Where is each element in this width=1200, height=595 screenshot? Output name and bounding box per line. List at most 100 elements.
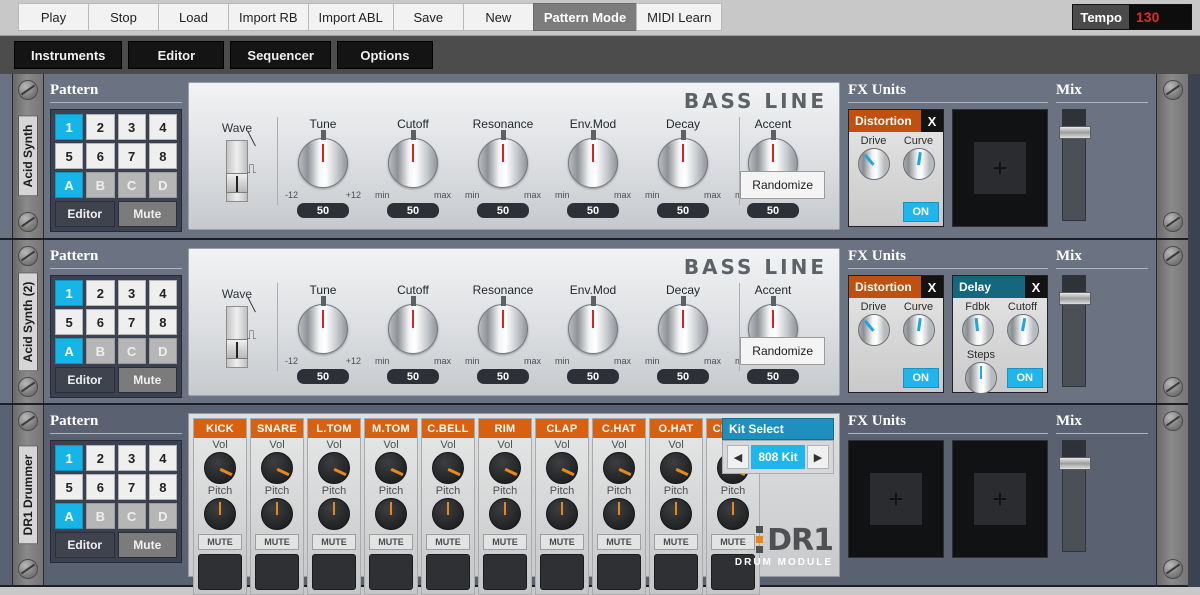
- fx-close-button[interactable]: X: [1025, 276, 1047, 298]
- fx-knob-dial[interactable]: [902, 314, 935, 346]
- pattern-cell-3[interactable]: 3: [117, 114, 146, 140]
- pattern-cell-4[interactable]: 4: [148, 445, 177, 471]
- pattern-cell-7[interactable]: 7: [117, 309, 146, 335]
- mute-button[interactable]: MUTE: [369, 534, 413, 550]
- add-fx-icon[interactable]: +: [870, 473, 922, 525]
- pattern-cell-7[interactable]: 7: [117, 143, 146, 169]
- knob-dial[interactable]: [381, 296, 445, 358]
- pattern-cell-b[interactable]: B: [86, 503, 115, 529]
- fx-empty-slot[interactable]: +: [952, 109, 1048, 227]
- volume-knob[interactable]: [546, 452, 578, 484]
- trigger-pad[interactable]: [369, 554, 413, 590]
- pattern-cell-1[interactable]: 1: [55, 445, 84, 471]
- volume-fader[interactable]: [1059, 440, 1091, 552]
- tab-sequencer[interactable]: Sequencer: [230, 41, 331, 69]
- toolbar-button-import-abl[interactable]: Import ABL: [307, 3, 393, 31]
- pitch-knob[interactable]: [603, 498, 635, 530]
- pattern-cell-1[interactable]: 1: [55, 280, 84, 306]
- pattern-cell-b[interactable]: B: [86, 338, 115, 364]
- pitch-knob[interactable]: [546, 498, 578, 530]
- pattern-cell-2[interactable]: 2: [86, 280, 115, 306]
- toolbar-button-midi-learn[interactable]: MIDI Learn: [636, 3, 723, 31]
- pattern-cell-c[interactable]: C: [117, 503, 146, 529]
- pitch-knob[interactable]: [318, 498, 350, 530]
- trigger-pad[interactable]: [426, 554, 470, 590]
- trigger-pad[interactable]: [198, 554, 242, 590]
- pattern-cell-2[interactable]: 2: [86, 445, 115, 471]
- volume-knob[interactable]: [660, 452, 692, 484]
- pattern-cell-a[interactable]: A: [55, 338, 84, 364]
- pattern-cell-a[interactable]: A: [55, 172, 84, 198]
- knob-dial[interactable]: [471, 296, 535, 358]
- knob-dial[interactable]: [651, 130, 715, 192]
- pattern-cell-6[interactable]: 6: [86, 309, 115, 335]
- trigger-pad[interactable]: [312, 554, 356, 590]
- knob-dial[interactable]: [291, 130, 355, 192]
- volume-knob[interactable]: [375, 452, 407, 484]
- fx-on-button[interactable]: ON: [1006, 368, 1043, 388]
- mute-button[interactable]: MUTE: [312, 534, 356, 550]
- wave-slider-handle[interactable]: [226, 173, 248, 193]
- tab-editor[interactable]: Editor: [128, 41, 225, 69]
- fx-on-button[interactable]: ON: [902, 202, 939, 222]
- pattern-cell-5[interactable]: 5: [55, 143, 84, 169]
- pitch-knob[interactable]: [261, 498, 293, 530]
- wave-slider[interactable]: [226, 306, 248, 368]
- fader-handle[interactable]: [1059, 126, 1091, 139]
- pattern-cell-4[interactable]: 4: [148, 114, 177, 140]
- mute-button[interactable]: MUTE: [483, 534, 527, 550]
- fx-empty-slot[interactable]: +: [952, 440, 1048, 558]
- pattern-editor-button[interactable]: Editor: [55, 532, 115, 558]
- volume-knob[interactable]: [432, 452, 464, 484]
- pattern-cell-c[interactable]: C: [117, 338, 146, 364]
- kit-prev-button[interactable]: ◀: [727, 445, 749, 469]
- kit-next-button[interactable]: ▶: [807, 445, 829, 469]
- volume-knob[interactable]: [603, 452, 635, 484]
- fx-knob-dial[interactable]: [857, 314, 890, 346]
- pattern-cell-d[interactable]: D: [148, 338, 177, 364]
- fx-on-button[interactable]: ON: [902, 368, 939, 388]
- tab-instruments[interactable]: Instruments: [14, 41, 123, 69]
- fx-empty-slot[interactable]: +: [848, 440, 944, 558]
- pattern-mute-button[interactable]: Mute: [117, 201, 177, 227]
- wave-slider-handle[interactable]: [226, 339, 248, 359]
- trigger-pad[interactable]: [255, 554, 299, 590]
- pattern-cell-2[interactable]: 2: [86, 114, 115, 140]
- fx-close-button[interactable]: X: [921, 110, 943, 132]
- mute-button[interactable]: MUTE: [426, 534, 470, 550]
- mute-button[interactable]: MUTE: [654, 534, 698, 550]
- pitch-knob[interactable]: [660, 498, 692, 530]
- pitch-knob[interactable]: [489, 498, 521, 530]
- add-fx-icon[interactable]: +: [974, 473, 1026, 525]
- volume-fader[interactable]: [1059, 109, 1091, 221]
- pattern-cell-d[interactable]: D: [148, 172, 177, 198]
- pattern-cell-a[interactable]: A: [55, 503, 84, 529]
- pattern-editor-button[interactable]: Editor: [55, 201, 115, 227]
- tempo-display[interactable]: Tempo 130: [1072, 4, 1192, 30]
- pattern-mute-button[interactable]: Mute: [117, 367, 177, 393]
- toolbar-button-pattern-mode[interactable]: Pattern Mode: [532, 3, 637, 31]
- pattern-cell-b[interactable]: B: [86, 172, 115, 198]
- randomize-button[interactable]: Randomize: [740, 171, 825, 199]
- volume-fader[interactable]: [1059, 275, 1091, 387]
- toolbar-button-import-rb[interactable]: Import RB: [228, 3, 308, 31]
- volume-knob[interactable]: [204, 452, 236, 484]
- pattern-cell-5[interactable]: 5: [55, 309, 84, 335]
- volume-knob[interactable]: [318, 452, 350, 484]
- fx-knob-dial[interactable]: [1006, 314, 1039, 346]
- pattern-cell-8[interactable]: 8: [148, 309, 177, 335]
- fx-knob-dial[interactable]: [902, 148, 935, 180]
- pattern-cell-7[interactable]: 7: [117, 474, 146, 500]
- pattern-cell-5[interactable]: 5: [55, 474, 84, 500]
- toolbar-button-save[interactable]: Save: [392, 3, 463, 31]
- tempo-value[interactable]: 130: [1129, 5, 1191, 29]
- pattern-mute-button[interactable]: Mute: [117, 532, 177, 558]
- pitch-knob[interactable]: [204, 498, 236, 530]
- fader-handle[interactable]: [1059, 457, 1091, 470]
- trigger-pad[interactable]: [540, 554, 584, 590]
- pattern-cell-3[interactable]: 3: [117, 445, 146, 471]
- pattern-cell-8[interactable]: 8: [148, 474, 177, 500]
- trigger-pad[interactable]: [483, 554, 527, 590]
- add-fx-icon[interactable]: +: [974, 142, 1026, 194]
- toolbar-button-stop[interactable]: Stop: [88, 3, 158, 31]
